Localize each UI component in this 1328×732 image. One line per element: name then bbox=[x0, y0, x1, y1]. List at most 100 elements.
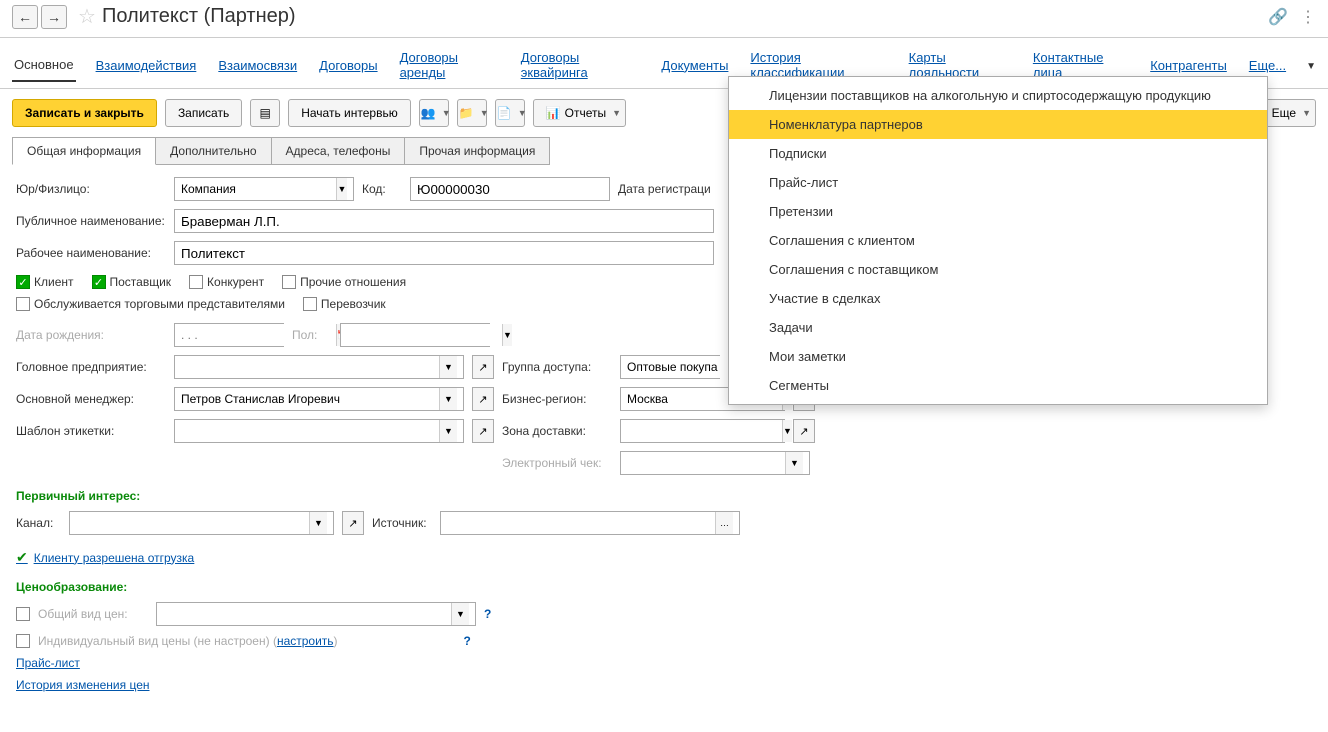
source-label: Источник: bbox=[372, 516, 432, 530]
chevron-down-icon[interactable]: ▼ bbox=[502, 324, 512, 346]
configure-link[interactable]: настроить bbox=[277, 634, 334, 648]
price-history-link[interactable]: История изменения цен bbox=[16, 678, 150, 692]
price-list-link[interactable]: Прайс-лист bbox=[16, 656, 80, 670]
menu-item-2[interactable]: Подписки bbox=[729, 139, 1267, 168]
supplier-checkbox[interactable]: ✓Поставщик bbox=[92, 275, 172, 289]
label-template-select[interactable]: ▼ bbox=[174, 419, 464, 443]
sub-tab-0[interactable]: Общая информация bbox=[12, 137, 156, 165]
channel-field[interactable] bbox=[76, 512, 309, 534]
copy-icon-button[interactable]: 📄▼ bbox=[495, 99, 525, 127]
main-manager-field[interactable] bbox=[181, 388, 439, 410]
source-field[interactable] bbox=[447, 512, 715, 534]
link-icon[interactable]: 🔗 bbox=[1268, 7, 1288, 27]
competitor-checkbox[interactable]: Конкурент bbox=[189, 275, 264, 289]
nav-tab-6[interactable]: Документы bbox=[659, 52, 730, 81]
chevron-down-icon[interactable]: ▼ bbox=[439, 356, 457, 378]
common-price-checkbox[interactable] bbox=[16, 607, 30, 621]
ellipsis-icon[interactable]: … bbox=[715, 512, 733, 534]
checkbox-icon bbox=[189, 275, 203, 289]
open-external-button[interactable]: ↗ bbox=[472, 419, 494, 443]
checkbox-icon bbox=[303, 297, 317, 311]
company-type-select[interactable]: ▼ bbox=[174, 177, 354, 201]
chevron-down-icon[interactable]: ▼ bbox=[782, 420, 792, 442]
open-external-button[interactable]: ↗ bbox=[472, 387, 494, 411]
users-icon-button[interactable]: 👥▼ bbox=[419, 99, 449, 127]
menu-item-10[interactable]: Сегменты bbox=[729, 371, 1267, 400]
nav-tab-5[interactable]: Договоры эквайринга bbox=[519, 44, 642, 88]
client-checkbox[interactable]: ✓Клиент bbox=[16, 275, 74, 289]
echeck-select[interactable]: ▼ bbox=[620, 451, 810, 475]
common-price-field[interactable] bbox=[163, 603, 451, 625]
shipping-allowed-link[interactable]: Клиенту разрешена отгрузка bbox=[34, 551, 194, 565]
menu-item-5[interactable]: Соглашения с клиентом bbox=[729, 226, 1267, 255]
forward-button[interactable]: → bbox=[41, 5, 67, 29]
chevron-down-icon[interactable]: ▼ bbox=[439, 388, 457, 410]
channel-select[interactable]: ▼ bbox=[69, 511, 334, 535]
individual-price-checkbox[interactable] bbox=[16, 634, 30, 648]
list-icon-button[interactable]: ▤ bbox=[250, 99, 280, 127]
chevron-down-icon[interactable]: ▼ bbox=[336, 178, 347, 200]
menu-item-0[interactable]: Лицензии поставщиков на алкогольную и сп… bbox=[729, 81, 1267, 110]
label-template-field[interactable] bbox=[181, 420, 439, 442]
menu-item-9[interactable]: Мои заметки bbox=[729, 342, 1267, 371]
help-icon[interactable]: ? bbox=[464, 634, 471, 648]
nav-tab-2[interactable]: Взаимосвязи bbox=[216, 52, 299, 81]
chevron-down-icon: ▼ bbox=[480, 108, 489, 118]
overflow-menu: Лицензии поставщиков на алкогольную и сп… bbox=[728, 76, 1268, 405]
chevron-down-icon[interactable]: ▼ bbox=[439, 420, 457, 442]
chevron-down-icon[interactable]: ▼ bbox=[451, 603, 469, 625]
open-external-button[interactable]: ↗ bbox=[472, 355, 494, 379]
menu-item-6[interactable]: Соглашения с поставщиком bbox=[729, 255, 1267, 284]
code-input[interactable] bbox=[410, 177, 610, 201]
birthdate-input[interactable]: 📅 bbox=[174, 323, 284, 347]
more-vert-icon[interactable]: ⋮ bbox=[1300, 7, 1316, 27]
work-name-input[interactable] bbox=[174, 241, 714, 265]
menu-item-1[interactable]: Номенклатура партнеров bbox=[729, 110, 1267, 139]
open-external-button[interactable]: ↗ bbox=[342, 511, 364, 535]
carrier-checkbox[interactable]: Перевозчик bbox=[303, 297, 386, 311]
chevron-down-icon[interactable]: ▼ bbox=[785, 452, 803, 474]
nav-tab-3[interactable]: Договоры bbox=[317, 52, 379, 81]
public-name-input[interactable] bbox=[174, 209, 714, 233]
served-by-checkbox[interactable]: Обслуживается торговыми представителями bbox=[16, 297, 285, 311]
save-button[interactable]: Записать bbox=[165, 99, 242, 127]
echeck-label: Электронный чек: bbox=[502, 456, 612, 470]
head-company-field[interactable] bbox=[181, 356, 439, 378]
menu-item-8[interactable]: Задачи bbox=[729, 313, 1267, 342]
other-rel-checkbox[interactable]: Прочие отношения bbox=[282, 275, 406, 289]
back-button[interactable]: ← bbox=[12, 5, 38, 29]
reports-button[interactable]: 📊Отчеты▼ bbox=[533, 99, 626, 127]
access-group-select[interactable] bbox=[620, 355, 720, 379]
folder-icon-button[interactable]: 📁▼ bbox=[457, 99, 487, 127]
menu-item-4[interactable]: Претензии bbox=[729, 197, 1267, 226]
list-icon: ▤ bbox=[260, 106, 271, 120]
chevron-down-icon[interactable]: ▼ bbox=[309, 512, 327, 534]
delivery-zone-select[interactable]: ▼ bbox=[620, 419, 785, 443]
sub-tab-2[interactable]: Адреса, телефоны bbox=[271, 137, 406, 165]
chevron-down-icon: ▼ bbox=[442, 108, 451, 118]
gender-select[interactable]: ▼ bbox=[340, 323, 490, 347]
code-label: Код: bbox=[362, 182, 402, 196]
reg-date-label: Дата регистраци bbox=[618, 182, 711, 196]
nav-tab-0[interactable]: Основное bbox=[12, 51, 76, 82]
menu-item-3[interactable]: Прайс-лист bbox=[729, 168, 1267, 197]
save-close-button[interactable]: Записать и закрыть bbox=[12, 99, 157, 127]
nav-tab-1[interactable]: Взаимодействия bbox=[94, 52, 199, 81]
delivery-zone-field[interactable] bbox=[627, 420, 782, 442]
head-company-select[interactable]: ▼ bbox=[174, 355, 464, 379]
chevron-down-icon[interactable]: ▼ bbox=[1306, 61, 1316, 72]
help-icon[interactable]: ? bbox=[484, 607, 491, 621]
echeck-field[interactable] bbox=[627, 452, 785, 474]
nav-tab-4[interactable]: Договоры аренды bbox=[398, 44, 501, 88]
favorite-icon[interactable]: ☆ bbox=[78, 4, 96, 29]
gender-field[interactable] bbox=[347, 324, 502, 346]
main-manager-select[interactable]: ▼ bbox=[174, 387, 464, 411]
common-price-select[interactable]: ▼ bbox=[156, 602, 476, 626]
sub-tab-1[interactable]: Дополнительно bbox=[155, 137, 271, 165]
company-type-input[interactable] bbox=[181, 178, 336, 200]
open-external-button[interactable]: ↗ bbox=[793, 419, 815, 443]
start-interview-button[interactable]: Начать интервью bbox=[288, 99, 411, 127]
source-select[interactable]: … bbox=[440, 511, 740, 535]
sub-tab-3[interactable]: Прочая информация bbox=[404, 137, 550, 165]
menu-item-7[interactable]: Участие в сделках bbox=[729, 284, 1267, 313]
